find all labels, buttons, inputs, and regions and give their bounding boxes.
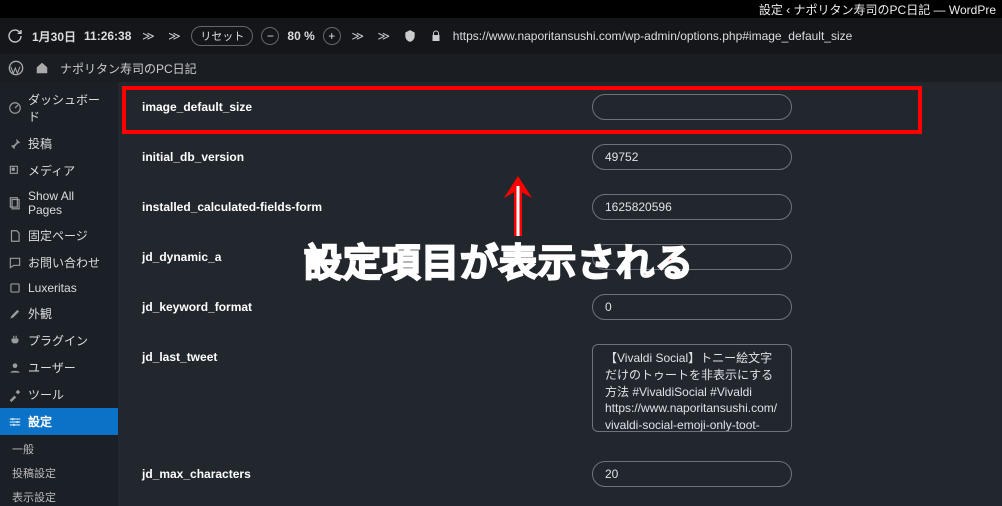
toolbar: 1月30日 11:26:38 ≫ ≫ リセット − 80 % + ≫ ≫ htt… (0, 18, 1002, 54)
home-icon[interactable] (34, 60, 50, 76)
dashboard-icon (8, 101, 22, 115)
url-bar[interactable]: https://www.naporitansushi.com/wp-admin/… (453, 29, 853, 43)
zoom-out-button[interactable]: − (261, 27, 279, 45)
zoom-level: 80 % (287, 29, 314, 43)
option-label: jd_dynamic_a (142, 244, 572, 264)
sidebar-item-10[interactable]: ツール (0, 381, 118, 408)
command-icon-3[interactable]: ≫ (349, 27, 367, 45)
settings-submenu-item-1[interactable]: 投稿設定 (8, 461, 118, 485)
sidebar-item-3[interactable]: Show All Pages (0, 184, 118, 222)
sidebar-item-label: プラグイン (28, 332, 88, 349)
command-icon-2[interactable]: ≫ (165, 27, 183, 45)
sidebar-item-label: ダッシュボード (28, 91, 110, 125)
window-title: 設定 ‹ ナポリタン寿司のPC日記 — WordPre (759, 1, 996, 18)
sidebar-item-6[interactable]: Luxeritas (0, 276, 118, 300)
option-input-initial_db_version[interactable] (592, 144, 792, 170)
option-row-image_default_size: image_default_size (142, 82, 978, 132)
plugin-icon (8, 334, 22, 348)
option-label: installed_calculated-fields-form (142, 194, 572, 214)
shield-icon[interactable] (401, 27, 419, 45)
sidebar-item-label: Luxeritas (28, 281, 77, 295)
option-row-jd_max_tags: jd_max_tags (142, 499, 978, 506)
option-row-jd_last_tweet: jd_last_tweet (142, 332, 978, 449)
tools-icon (8, 388, 22, 402)
sidebar-item-label: お問い合わせ (28, 254, 100, 271)
settings-submenu-item-2[interactable]: 表示設定 (8, 485, 118, 506)
users-icon (8, 361, 22, 375)
command-icon-1[interactable]: ≫ (139, 27, 157, 45)
option-input-installed_calculated-fields-form[interactable] (592, 194, 792, 220)
option-row-jd_keyword_format: jd_keyword_format (142, 282, 978, 332)
option-input-jd_max_characters[interactable] (592, 461, 792, 487)
page-icon (8, 229, 22, 243)
reload-icon[interactable] (6, 27, 24, 45)
sidebar-item-7[interactable]: 外観 (0, 300, 118, 327)
sidebar-item-label: 設定 (28, 413, 52, 430)
sidebar-item-2[interactable]: メディア (0, 157, 118, 184)
option-label: jd_last_tweet (142, 344, 572, 364)
option-label: jd_max_characters (142, 461, 572, 481)
sidebar-item-8[interactable]: プラグイン (0, 327, 118, 354)
admin-sidebar: ダッシュボード投稿メディア Show All Pages 固定ページお問い合わせ Lu… (0, 82, 118, 506)
sidebar-item-9[interactable]: ユーザー (0, 354, 118, 381)
option-input-jd_keyword_format[interactable] (592, 294, 792, 320)
toolbar-time: 11:26:38 (84, 29, 131, 43)
sidebar-item-label: 外観 (28, 305, 52, 322)
sidebar-item-label: ユーザー (28, 359, 76, 376)
options-content: image_default_size initial_db_versioninst… (118, 82, 1002, 506)
option-label: jd_keyword_format (142, 294, 572, 314)
settings-submenu-item-0[interactable]: 一般 (8, 437, 118, 461)
sidebar-item-1[interactable]: 投稿 (0, 130, 118, 157)
reset-button[interactable]: リセット (191, 26, 253, 46)
option-row-jd_dynamic_a: jd_dynamic_a (142, 232, 978, 282)
sidebar-item-0[interactable]: ダッシュボード (0, 86, 118, 130)
sidebar-item-label: ツール (28, 386, 64, 403)
settings-icon (8, 415, 22, 429)
option-input-jd_dynamic_a[interactable] (592, 244, 792, 270)
sidebar-item-4[interactable]: 固定ページ (0, 222, 118, 249)
sidebar-item-label: メディア (28, 162, 75, 179)
zoom-in-button[interactable]: + (323, 27, 341, 45)
option-input-image_default_size[interactable] (592, 94, 792, 120)
site-name[interactable]: ナポリタン寿司のPC日記 (60, 60, 197, 77)
lock-icon[interactable] (427, 27, 445, 45)
luxeritas-icon (8, 281, 22, 295)
comment-icon (8, 256, 22, 270)
brush-icon (8, 307, 22, 321)
option-row-jd_max_characters: jd_max_characters (142, 449, 978, 499)
sidebar-item-label: Show All Pages (28, 189, 110, 217)
media-icon (8, 164, 22, 178)
sidebar-item-label: 固定ページ (28, 227, 88, 244)
option-input-jd_last_tweet[interactable] (592, 344, 792, 432)
toolbar-date: 1月30日 (32, 28, 76, 45)
option-label: initial_db_version (142, 144, 572, 164)
wordpress-icon[interactable] (8, 60, 24, 76)
wp-admin-bar: ナポリタン寿司のPC日記 (0, 54, 1002, 82)
sidebar-item-5[interactable]: お問い合わせ (0, 249, 118, 276)
sidebar-item-11[interactable]: 設定 (0, 408, 118, 435)
option-label: image_default_size (142, 94, 572, 114)
sidebar-item-label: 投稿 (28, 135, 52, 152)
pages-icon (8, 196, 22, 210)
command-icon-4[interactable]: ≫ (375, 27, 393, 45)
settings-submenu: 一般投稿設定表示設定ディ (0, 435, 118, 506)
option-row-installed_calculated-fields-form: installed_calculated-fields-form (142, 182, 978, 232)
pin-icon (8, 137, 22, 151)
option-row-initial_db_version: initial_db_version (142, 132, 978, 182)
